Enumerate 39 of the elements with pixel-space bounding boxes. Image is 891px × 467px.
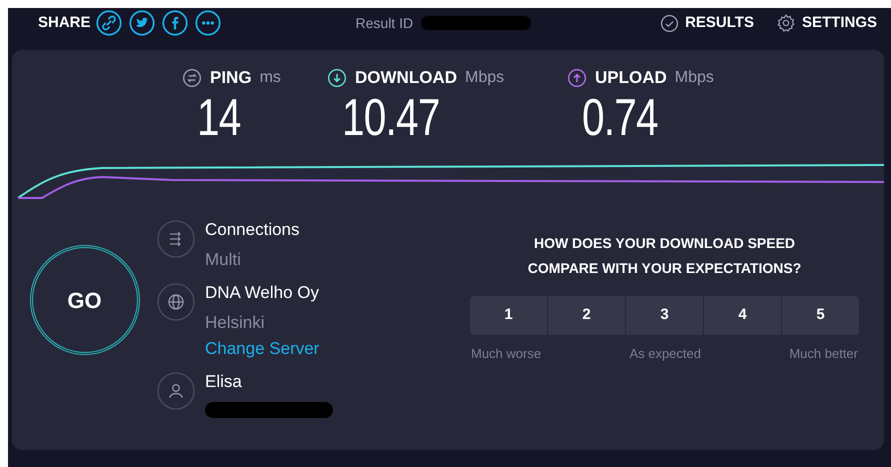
metric-label: DOWNLOAD: [355, 67, 457, 89]
rating-button[interactable]: 3: [626, 296, 703, 335]
arrows-icon: [157, 220, 195, 258]
settings-icon: [776, 13, 796, 33]
metric-unit: Mbps: [674, 68, 714, 88]
scale-label: Much better: [789, 345, 858, 363]
metric-value: 0.74: [582, 90, 658, 144]
metric-value: 14: [197, 90, 241, 144]
settings-link[interactable]: SETTINGS: [802, 12, 877, 34]
rating-button[interactable]: 2: [548, 296, 625, 335]
info-subtitle: Multi: [205, 249, 242, 271]
user-icon: [157, 372, 195, 410]
scale-label: As expected: [629, 345, 701, 363]
globe-icon: [157, 283, 195, 321]
share-label: SHARE: [38, 12, 91, 33]
metric-label: UPLOAD: [595, 67, 667, 89]
survey-question: HOW DOES YOUR DOWNLOAD SPEED COMPARE WITH YOUR EXPECTATIONS?: [526, 234, 802, 278]
metric-unit: Mbps: [464, 68, 504, 88]
rating-button[interactable]: 1: [470, 296, 547, 335]
change-server-link[interactable]: Change Server: [205, 337, 320, 361]
facebook-icon[interactable]: [162, 10, 188, 36]
info-title: DNA Welho Oy: [205, 282, 320, 304]
go-button[interactable]: GO: [30, 245, 140, 355]
link-icon[interactable]: [96, 10, 122, 36]
info-title: Elisa: [205, 371, 243, 393]
rating-button[interactable]: 5: [782, 296, 859, 335]
scale-label: Much worse: [471, 345, 542, 363]
metric-label: PING: [210, 67, 252, 89]
bird-icon[interactable]: [128, 10, 155, 36]
rating-button[interactable]: 4: [704, 296, 781, 335]
more-icon[interactable]: [194, 10, 221, 36]
check-circle-icon: [660, 14, 680, 32]
result-id-label: Result ID: [356, 14, 414, 32]
metric-unit: ms: [260, 68, 281, 88]
info-title: Connections: [205, 219, 300, 241]
results-link[interactable]: RESULTS: [685, 12, 754, 34]
info-subtitle: Helsinki: [205, 312, 266, 334]
ping-icon: [182, 68, 202, 88]
metric-value: 10.47: [342, 90, 440, 144]
